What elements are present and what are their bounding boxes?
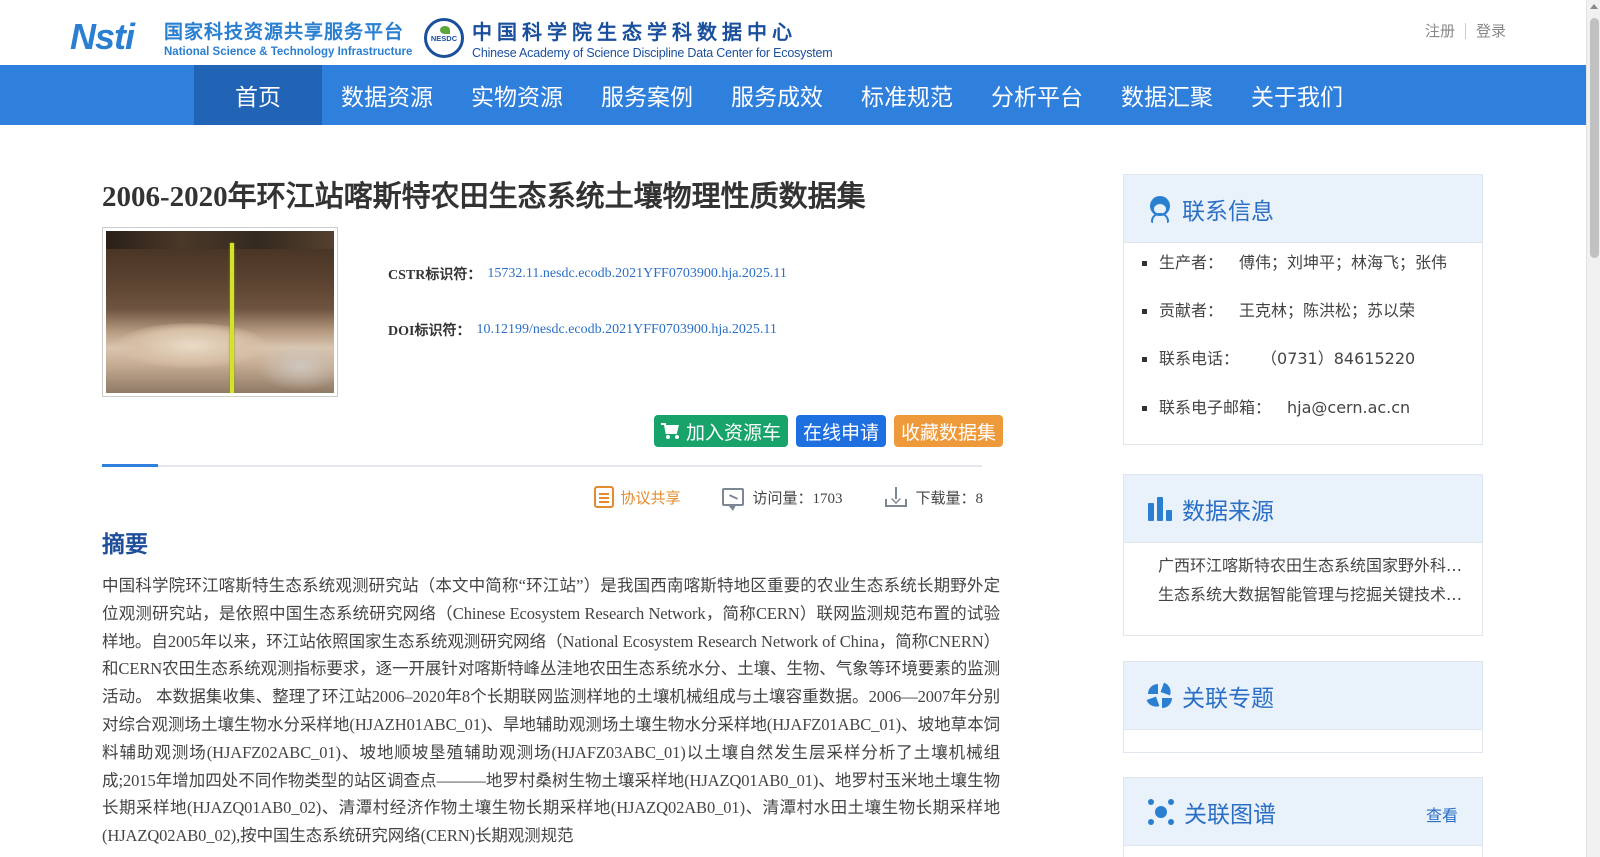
related-graph-panel: 关联图谱 查看 <box>1123 777 1483 857</box>
nav-item-service-cases[interactable]: 服务案例 <box>582 65 712 125</box>
data-source-item[interactable]: 广西环江喀斯特农田生态系统国家野外科学观测研究站 <box>1158 551 1464 580</box>
visit-count-label: 访问量：1703 <box>752 490 843 507</box>
nav-item-home[interactable]: 首页 <box>194 65 322 125</box>
nesdc-mark-text: NESDC <box>430 33 458 43</box>
email-value[interactable]: hja@cern.ac.cn <box>1287 396 1410 419</box>
nav-item-physical-resources[interactable]: 实物资源 <box>452 65 582 125</box>
abstract-text: 中国科学院环江喀斯特生态系统观测研究站（本文中简称“环江站”）是我国西南喀斯特地… <box>102 576 1000 846</box>
contributor-item: 贡献者： 王克林；陈洪松；苏以荣 <box>1142 299 1464 347</box>
visit-count: 访问量：1703 <box>722 487 843 511</box>
nav-item-data-aggregation[interactable]: 数据汇聚 <box>1102 65 1232 125</box>
bar-chart-icon <box>1148 496 1172 521</box>
data-source-item[interactable]: 生态系统大数据智能管理与挖掘关键技术研究 <box>1158 580 1464 609</box>
apply-online-button[interactable]: 在线申请 <box>795 415 886 447</box>
contact-list: 生产者： 傅伟；刘坤平；林海飞；张伟 贡献者： 王克林；陈洪松；苏以荣 联系电话： （… <box>1124 243 1482 444</box>
page-scrollbar[interactable] <box>1586 0 1600 857</box>
contact-panel-header: 联系信息 <box>1124 175 1482 243</box>
nav-item-data-resources[interactable]: 数据资源 <box>322 65 452 125</box>
action-buttons: 加入资源车 在线申请 收藏数据集 <box>646 415 1003 447</box>
view-graph-link[interactable]: 查看 <box>1426 802 1458 826</box>
auth-divider <box>1464 22 1466 39</box>
data-source-list: 广西环江喀斯特农田生态系统国家野外科学观测研究站 生态系统大数据智能管理与挖掘关… <box>1124 543 1482 635</box>
phone-value: （0731）84615220 <box>1261 349 1416 368</box>
doi-label: DOI标识符： <box>388 324 471 339</box>
cstr-link[interactable]: 15732.11.nesdc.ecodb.2021YFF0703900.hja.… <box>487 266 787 282</box>
related-graph-panel-title: 关联图谱 <box>1184 801 1276 828</box>
dataset-identifiers: CSTR标识符： 15732.11.nesdc.ecodb.2021YFF070… <box>388 262 787 342</box>
download-icon <box>884 487 908 507</box>
comment-icon <box>722 488 745 511</box>
producer-item: 生产者： 傅伟；刘坤平；林海飞；张伟 <box>1142 251 1464 299</box>
section-tab-line <box>102 464 982 467</box>
data-source-panel-header: 数据来源 <box>1124 475 1482 543</box>
related-topic-panel: 关联专题 <box>1123 661 1483 753</box>
email-key: 联系电子邮箱： <box>1159 398 1272 417</box>
email-item: 联系电子邮箱： hja@cern.ac.cn <box>1142 396 1464 419</box>
add-to-cart-button[interactable]: 加入资源车 <box>653 415 788 447</box>
dataset-stats: 协议共享 访问量：1703 下载量：8 <box>552 486 983 511</box>
contact-panel: 联系信息 生产者： 傅伟；刘坤平；林海飞；张伟 贡献者： 王克林；陈洪松；苏以荣 联… <box>1123 174 1483 445</box>
related-graph-panel-header: 关联图谱 查看 <box>1124 778 1482 846</box>
site-header: Nsti 国家科技资源共享服务平台 National Science & Tec… <box>0 0 1600 64</box>
nsti-logo-mark: Nsti <box>70 16 135 57</box>
related-topic-panel-header: 关联专题 <box>1124 662 1482 730</box>
nesdc-logo-cn: 中国科学院生态学科数据中心 <box>472 20 797 44</box>
related-topic-panel-title: 关联专题 <box>1182 685 1274 712</box>
contact-panel-title: 联系信息 <box>1182 198 1274 225</box>
nav-item-about-us[interactable]: 关于我们 <box>1232 65 1362 125</box>
phone-item: 联系电话： （0731）84615220 <box>1142 347 1464 396</box>
nav-item-analysis-platform[interactable]: 分析平台 <box>972 65 1102 125</box>
share-protocol[interactable]: 协议共享 <box>594 486 680 508</box>
scrollbar-thumb[interactable] <box>1590 18 1599 258</box>
dataset-thumbnail[interactable] <box>102 227 338 397</box>
register-link[interactable]: 注册 <box>1425 20 1455 41</box>
nesdc-logo-en: Chinese Academy of Science Discipline Da… <box>472 46 833 60</box>
contributor-key: 贡献者： <box>1159 301 1224 320</box>
favorite-dataset-button[interactable]: 收藏数据集 <box>893 415 1003 447</box>
add-to-cart-label: 加入资源车 <box>685 421 781 444</box>
cstr-row: CSTR标识符： 15732.11.nesdc.ecodb.2021YFF070… <box>388 262 787 286</box>
nsti-logo[interactable]: Nsti 国家科技资源共享服务平台 National Science & Tec… <box>70 14 412 60</box>
nav-item-standards[interactable]: 标准规范 <box>842 65 972 125</box>
nesdc-logo-mark: NESDC <box>424 18 464 58</box>
abstract-heading: 摘要 <box>102 532 148 558</box>
dataset-title: 2006-2020年环江站喀斯特农田生态系统土壤物理性质数据集 <box>102 181 866 213</box>
active-tab-indicator[interactable] <box>102 464 158 467</box>
nav-item-service-results[interactable]: 服务成效 <box>712 65 842 125</box>
data-source-panel: 数据来源 广西环江喀斯特农田生态系统国家野外科学观测研究站 生态系统大数据智能管… <box>1123 474 1483 636</box>
cstr-label: CSTR标识符： <box>388 268 482 283</box>
contributor-value: 王克林；陈洪松；苏以荣 <box>1239 301 1416 320</box>
phone-key: 联系电话： <box>1159 349 1240 368</box>
producer-value: 傅伟；刘坤平；林海飞；张伟 <box>1239 253 1448 272</box>
main-nav: 首页 数据资源 实物资源 服务案例 服务成效 标准规范 分析平台 数据汇聚 关于… <box>0 65 1586 125</box>
doi-link[interactable]: 10.12199/nesdc.ecodb.2021YFF0703900.hja.… <box>476 322 776 338</box>
agreement-doc-icon <box>594 486 615 508</box>
download-count-label: 下载量：8 <box>915 490 983 507</box>
soil-profile-image <box>106 231 334 393</box>
data-source-panel-title: 数据来源 <box>1182 498 1274 525</box>
nsti-logo-cn: 国家科技资源共享服务平台 <box>164 20 405 43</box>
network-graph-icon <box>1148 798 1174 825</box>
cart-icon <box>660 423 681 439</box>
topic-icon <box>1146 682 1174 709</box>
nesdc-logo[interactable]: NESDC 中国科学院生态学科数据中心 Chinese Academy of S… <box>424 16 833 60</box>
producer-key: 生产者： <box>1159 253 1224 272</box>
login-link[interactable]: 登录 <box>1476 20 1506 41</box>
nsti-logo-en: National Science & Technology Infrastruc… <box>164 45 413 58</box>
scroll-up-arrow-icon[interactable] <box>1590 4 1598 9</box>
auth-links: 注册 登录 <box>1425 20 1506 41</box>
doi-row: DOI标识符： 10.12199/nesdc.ecodb.2021YFF0703… <box>388 318 787 342</box>
contact-person-icon <box>1148 195 1172 223</box>
download-count: 下载量：8 <box>884 487 983 508</box>
share-protocol-label: 协议共享 <box>620 490 681 507</box>
